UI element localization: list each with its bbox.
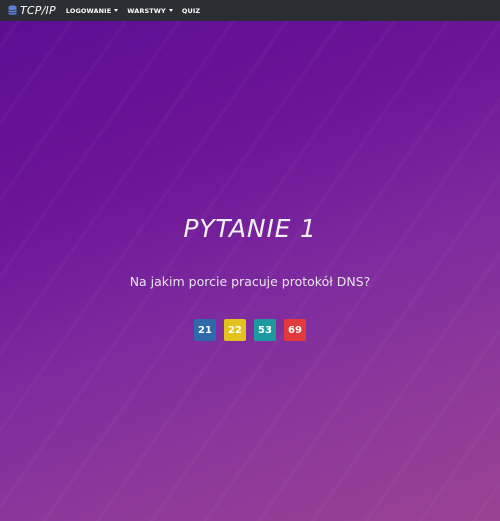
nav-item-warstwy[interactable]: WARSTWY xyxy=(127,7,173,15)
question-text: Na jakim porcie pracuje protokół DNS? xyxy=(129,274,371,289)
database-icon xyxy=(8,5,17,16)
nav-item-quiz[interactable]: QUIZ xyxy=(182,7,200,15)
nav-item-label: QUIZ xyxy=(181,6,201,15)
caret-down-icon xyxy=(114,9,119,12)
nav-item-logowanie[interactable]: LOGOWANIE xyxy=(65,6,119,15)
answer-button-22[interactable]: 22 xyxy=(224,319,246,341)
question-title: PYTANIE 1 xyxy=(183,214,317,243)
answer-button-69[interactable]: 69 xyxy=(284,319,306,341)
top-navbar: TCP/IP LOGOWANIE WARSTWY QUIZ xyxy=(0,0,500,21)
nav-item-label: WARSTWY xyxy=(127,6,166,15)
answer-options: 21 22 53 69 xyxy=(0,319,500,341)
caret-down-icon xyxy=(168,9,173,12)
brand-link[interactable]: TCP/IP xyxy=(8,4,56,17)
answer-button-21[interactable]: 21 xyxy=(194,319,216,341)
nav-item-label: LOGOWANIE xyxy=(65,6,112,15)
brand-title: TCP/IP xyxy=(20,4,56,17)
quiz-hero: PYTANIE 1 Na jakim porcie pracuje protok… xyxy=(0,21,500,521)
answer-button-53[interactable]: 53 xyxy=(254,319,276,341)
